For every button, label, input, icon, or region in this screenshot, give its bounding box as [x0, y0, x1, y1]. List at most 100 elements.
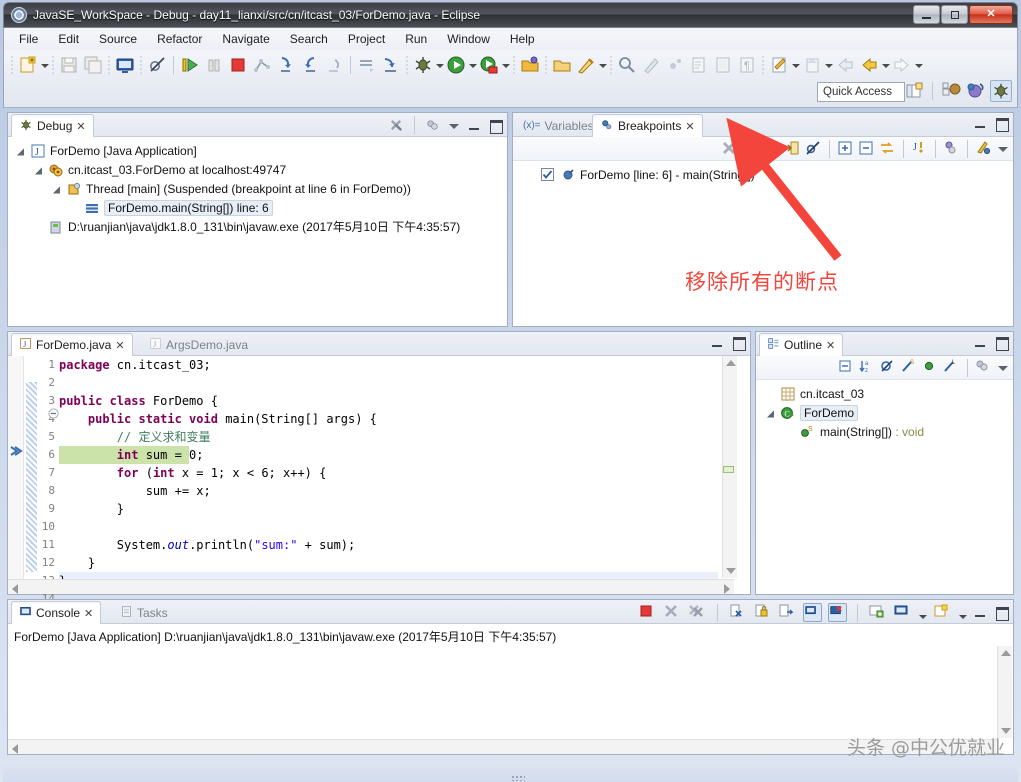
tab-debug[interactable]: Debug ✕ — [11, 114, 94, 137]
code-line[interactable]: sum += x; — [59, 482, 718, 500]
add-java-exception-breakpoint-icon[interactable]: J — [910, 139, 929, 158]
menu-item-file[interactable]: File — [10, 30, 47, 48]
close-icon[interactable]: ✕ — [115, 339, 124, 352]
open-perspective-icon[interactable] — [903, 80, 925, 102]
debug-perspective-icon[interactable] — [990, 80, 1012, 102]
scroll-left-arrow[interactable] — [12, 584, 18, 594]
debug-tree-item[interactable]: JForDemo [Java Application] — [8, 141, 507, 160]
code-line[interactable]: public class ForDemo { — [59, 392, 718, 410]
hide-non-public-icon[interactable] — [921, 358, 940, 377]
clear-console-icon[interactable] — [728, 603, 747, 622]
editor-canvas[interactable]: 1234567891011121314 package cn.itcast_03… — [8, 356, 750, 594]
tab-console[interactable]: Console ✕ — [11, 601, 101, 624]
fold-collapse-icon[interactable] — [48, 408, 59, 419]
close-icon[interactable]: ✕ — [685, 120, 694, 133]
forward-nav-dropdown[interactable] — [824, 54, 833, 76]
close-icon[interactable]: ✕ — [826, 339, 835, 352]
minimize-button[interactable] — [913, 5, 940, 24]
debug-tree-item[interactable]: Thread [main] (Suspended (breakpoint at … — [8, 179, 507, 198]
view-menu-icon[interactable] — [425, 118, 440, 133]
resize-grip[interactable] — [511, 775, 525, 781]
menu-item-source[interactable]: Source — [90, 30, 146, 48]
pin-console-icon[interactable] — [828, 603, 847, 622]
close-button[interactable]: ✕ — [969, 5, 1013, 24]
scroll-left-arrow[interactable] — [12, 744, 18, 754]
tab-outline[interactable]: Outline ✕ — [759, 333, 843, 356]
resume-icon[interactable] — [179, 54, 201, 76]
remove-all-breakpoints-icon[interactable] — [741, 139, 760, 158]
expand-all-icon[interactable] — [836, 139, 855, 158]
search-icon[interactable] — [616, 54, 638, 76]
tab-fordemo-java[interactable]: J ForDemo.java ✕ — [11, 333, 133, 356]
tab-breakpoints[interactable]: Breakpoints ✕ — [592, 114, 703, 137]
outline-tree-item[interactable]: CForDemo — [756, 403, 1013, 422]
close-icon[interactable]: ✕ — [76, 120, 85, 133]
maximize-button[interactable] — [488, 118, 503, 133]
maximize-button[interactable] — [941, 5, 968, 24]
step-over-icon[interactable] — [299, 54, 321, 76]
link-with-debug-view-icon[interactable] — [878, 139, 897, 158]
code-line[interactable]: } — [59, 554, 718, 572]
menu-item-search[interactable]: Search — [281, 30, 337, 48]
hide-local-types-icon[interactable]: L — [942, 358, 961, 377]
show-breakpoints-supported-icon[interactable] — [762, 139, 781, 158]
code-line[interactable]: package cn.itcast_03; — [59, 356, 718, 374]
expand-arrow-icon[interactable] — [34, 163, 48, 177]
tab-tasks[interactable]: Tasks — [113, 601, 175, 624]
code-line[interactable]: System.out.println("sum:" + sum); — [59, 536, 718, 554]
display-selected-console-icon[interactable] — [803, 603, 822, 622]
java-ee-perspective-icon[interactable] — [965, 80, 987, 102]
minimize-button[interactable] — [710, 335, 725, 350]
new-class-dropdown[interactable] — [598, 54, 607, 76]
back-dropdown[interactable] — [881, 54, 890, 76]
java-perspective-icon[interactable] — [940, 80, 962, 102]
new-console-view-icon[interactable] — [868, 603, 887, 622]
collapse-all-icon[interactable] — [857, 139, 876, 158]
code-line[interactable]: public static void main(String[] args) { — [59, 410, 718, 428]
view-menu-triangle[interactable] — [446, 118, 461, 133]
minimize-button[interactable] — [973, 116, 988, 131]
menu-item-help[interactable]: Help — [501, 30, 544, 48]
remove-all-terminated-icon[interactable] — [389, 118, 404, 133]
last-edit-location-icon[interactable] — [768, 54, 790, 76]
menu-item-refactor[interactable]: Refactor — [148, 30, 211, 48]
scroll-right-arrow[interactable] — [724, 584, 730, 594]
code-line[interactable]: // 定义求和变量 — [59, 428, 718, 446]
terminate-icon[interactable] — [227, 54, 249, 76]
maximize-button[interactable] — [731, 335, 746, 350]
last-edit-dropdown[interactable] — [791, 54, 800, 76]
minimize-button[interactable] — [467, 118, 482, 133]
view-menu-icon[interactable] — [974, 358, 993, 377]
tab-argsdemo-java[interactable]: J ArgsDemo.java — [142, 333, 255, 356]
code-line[interactable]: for (int x = 1; x < 6; x++) { — [59, 464, 718, 482]
maximize-button[interactable] — [994, 335, 1009, 350]
menu-item-navigate[interactable]: Navigate — [213, 30, 278, 48]
new-wizard-dropdown[interactable] — [40, 54, 49, 76]
expand-arrow-icon[interactable] — [16, 144, 30, 158]
debug-tree-item[interactable]: ForDemo.main(String[]) line: 6 — [8, 198, 507, 217]
show-console-on-output-icon[interactable] — [778, 603, 797, 622]
maximize-button[interactable] — [994, 116, 1009, 131]
sort-icon[interactable]: az — [858, 358, 877, 377]
code-line[interactable] — [59, 374, 718, 392]
breakpoint-row[interactable]: ForDemo [line: 6] - main(String[]) — [513, 165, 1013, 184]
forward-dropdown[interactable] — [914, 54, 923, 76]
coverage-dropdown[interactable] — [501, 54, 510, 76]
expand-arrow-icon[interactable] — [52, 182, 66, 196]
menu-item-project[interactable]: Project — [339, 30, 394, 48]
minimize-button[interactable] — [973, 335, 988, 350]
skip-all-breakpoints-icon[interactable] — [146, 54, 168, 76]
scroll-up-arrow[interactable] — [726, 360, 736, 366]
open-console-icon[interactable] — [893, 603, 912, 622]
minimize-button[interactable] — [973, 605, 988, 620]
expand-arrow-icon[interactable] — [766, 406, 780, 420]
outline-tree-item[interactable]: cn.itcast_03 — [756, 384, 1013, 403]
debug-icon[interactable] — [412, 54, 434, 76]
code-text[interactable]: package cn.itcast_03;public class ForDem… — [59, 356, 718, 594]
editor-marker-ruler[interactable] — [8, 356, 24, 594]
view-menu-triangle[interactable] — [995, 141, 1010, 156]
run-icon[interactable] — [445, 54, 467, 76]
collapse-all-icon[interactable] — [837, 358, 856, 377]
scroll-down-arrow[interactable] — [726, 568, 736, 574]
coverage-icon[interactable] — [478, 54, 500, 76]
